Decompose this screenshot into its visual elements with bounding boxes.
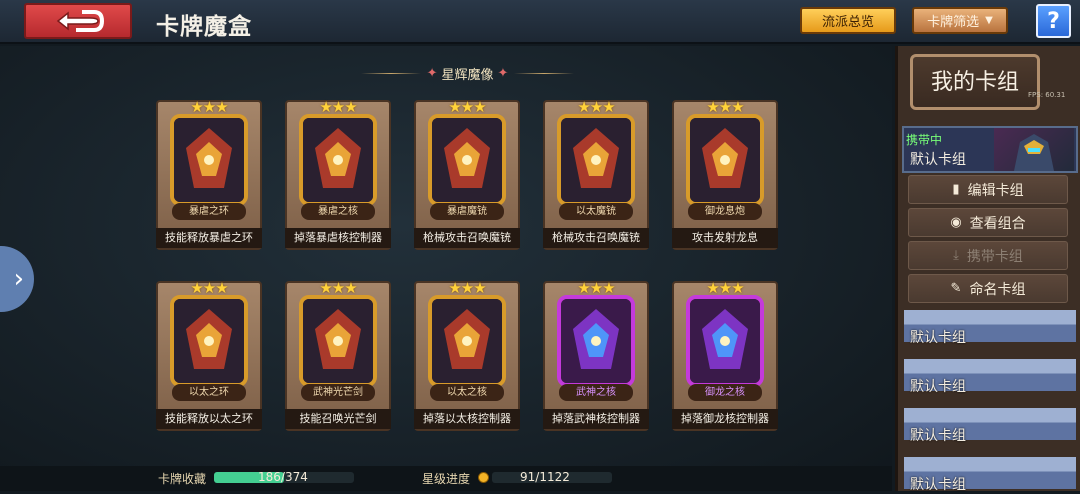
card-item[interactable]: ★★★ 以太魔铳 枪械攻击召唤魔铳 [543, 98, 649, 252]
card-filter-dropdown[interactable]: 卡牌筛选 ▼ [912, 7, 1008, 34]
card-item[interactable]: ★★★ 暴虐之核 掉落暴虐核控制器 [285, 98, 391, 252]
collection-value: 186/374 [258, 470, 308, 484]
carry-tag: 携带中 [906, 133, 943, 147]
active-deck-item[interactable]: 携带中 默认卡组 [902, 126, 1078, 173]
golem-emblem-icon-right: ✦ [497, 65, 509, 81]
deck-slot[interactable]: 默认卡组 [902, 406, 1078, 444]
view-combo-button[interactable]: ◉ 查看组合 [908, 208, 1068, 237]
card-art [299, 114, 377, 206]
edit-deck-label: 编辑卡组 [967, 182, 1024, 199]
deck-panel: 我的卡组 FPS: 60.31 携带中 默认卡组 ▮ 编辑卡组 ◉ 查看组合 ⤓ 携带… [895, 46, 1080, 493]
star-progress-label: 星级进度 [422, 472, 471, 486]
card-art [299, 295, 377, 387]
card-item[interactable]: ★★★ 暴虐之环 技能释放暴虐之环 [156, 98, 262, 252]
card-art [557, 295, 635, 387]
fps-counter: FPS: 60.31 [1028, 91, 1066, 99]
card-name: 武神光芒剑 [301, 384, 375, 401]
my-deck-title: 我的卡组 [910, 54, 1040, 110]
card-name: 暴虐之环 [172, 203, 246, 220]
carry-deck-label: 携带卡组 [966, 248, 1023, 265]
card-art [686, 295, 764, 387]
active-deck-name: 默认卡组 [910, 152, 966, 168]
golem-emblem-icon: ✦ [426, 65, 438, 81]
edit-deck-button[interactable]: ▮ 编辑卡组 [908, 175, 1068, 204]
card-description: 掉落暴虐核控制器 [285, 228, 391, 248]
page-title: 卡牌魔盒 [156, 14, 252, 40]
card-description: 技能释放以太之环 [156, 409, 262, 429]
section-title: ✦ 星辉魔像 ✦ [355, 62, 580, 84]
card-name: 以太之核 [430, 384, 504, 401]
card-item[interactable]: ★★★ 以太之环 技能释放以太之环 [156, 279, 262, 433]
deck-slot[interactable]: 默认卡组 [902, 308, 1078, 346]
star-coin-icon [478, 472, 489, 483]
card-item[interactable]: ★★★ 暴虐魔铳 枪械攻击召唤魔铳 [414, 98, 520, 252]
rename-deck-button[interactable]: ✎ 命名卡组 [908, 274, 1068, 303]
view-combo-label: 查看组合 [969, 215, 1026, 232]
pen-icon: ✎ [950, 281, 962, 296]
deck-icon: ▮ [952, 182, 960, 197]
card-name: 武神之核 [559, 384, 633, 401]
deck-slot-label: 默认卡组 [910, 428, 966, 444]
card-art [170, 295, 248, 387]
card-name: 暴虐之核 [301, 203, 375, 220]
card-description: 技能召唤光芒剑 [285, 409, 391, 429]
deck-slot[interactable]: 默认卡组 [902, 455, 1078, 493]
card-art [428, 114, 506, 206]
chevron-down-icon: ▼ [985, 15, 993, 26]
card-description: 掉落以太核控制器 [414, 409, 520, 429]
deck-slot-label: 默认卡组 [910, 330, 966, 346]
eye-icon: ◉ [950, 215, 962, 230]
card-art [170, 114, 248, 206]
help-button[interactable]: ? [1036, 4, 1071, 38]
card-item[interactable]: ★★★ 御龙息炮 攻击发射龙息 [672, 98, 778, 252]
card-art [557, 114, 635, 206]
deck-slot[interactable]: 默认卡组 [902, 357, 1078, 395]
deck-slot-label: 默认卡组 [910, 477, 966, 493]
back-arrow-icon [56, 10, 104, 32]
card-description: 技能释放暴虐之环 [156, 228, 262, 248]
card-description: 掉落武神核控制器 [543, 409, 649, 429]
card-item[interactable]: ★★★ 御龙之核 掉落御龙核控制器 [672, 279, 778, 433]
mecha-avatar [994, 128, 1074, 171]
genre-overview-button[interactable]: 流派总览 [800, 7, 896, 34]
card-filter-label: 卡牌筛选 [927, 15, 980, 30]
back-button[interactable] [24, 3, 132, 39]
star-progress-value: 91/1122 [520, 470, 570, 484]
card-description: 攻击发射龙息 [672, 228, 778, 248]
card-name: 以太魔铳 [559, 203, 633, 220]
rename-deck-label: 命名卡组 [969, 281, 1026, 298]
chevron-right-icon: › [13, 264, 24, 294]
card-name: 暴虐魔铳 [430, 203, 504, 220]
card-name: 御龙之核 [688, 384, 762, 401]
card-description: 枪械攻击召唤魔铳 [414, 228, 520, 248]
card-art [686, 114, 764, 206]
collection-label: 卡牌收藏 [158, 472, 207, 486]
section-title-text: 星辉魔像 [441, 67, 494, 83]
top-bar: 卡牌魔盒 流派总览 卡牌筛选 ▼ ? [0, 0, 1080, 44]
card-description: 掉落御龙核控制器 [672, 409, 778, 429]
card-item[interactable]: ★★★ 武神光芒剑 技能召唤光芒剑 [285, 279, 391, 433]
card-art [428, 295, 506, 387]
card-name: 以太之环 [172, 384, 246, 401]
carry-deck-button[interactable]: ⤓ 携带卡组 [908, 241, 1068, 270]
card-item[interactable]: ★★★ 以太之核 掉落以太核控制器 [414, 279, 520, 433]
download-icon: ⤓ [953, 248, 959, 263]
card-description: 枪械攻击召唤魔铳 [543, 228, 649, 248]
card-item[interactable]: ★★★ 武神之核 掉落武神核控制器 [543, 279, 649, 433]
deck-slot-label: 默认卡组 [910, 379, 966, 395]
card-name: 御龙息炮 [688, 203, 762, 220]
